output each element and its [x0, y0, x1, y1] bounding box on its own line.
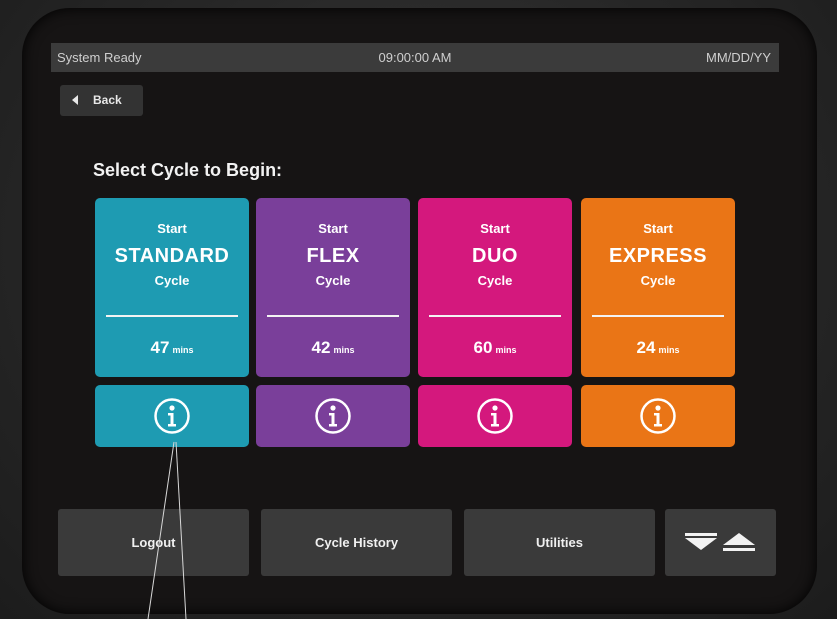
- callout-pointer-lines: [147, 441, 187, 619]
